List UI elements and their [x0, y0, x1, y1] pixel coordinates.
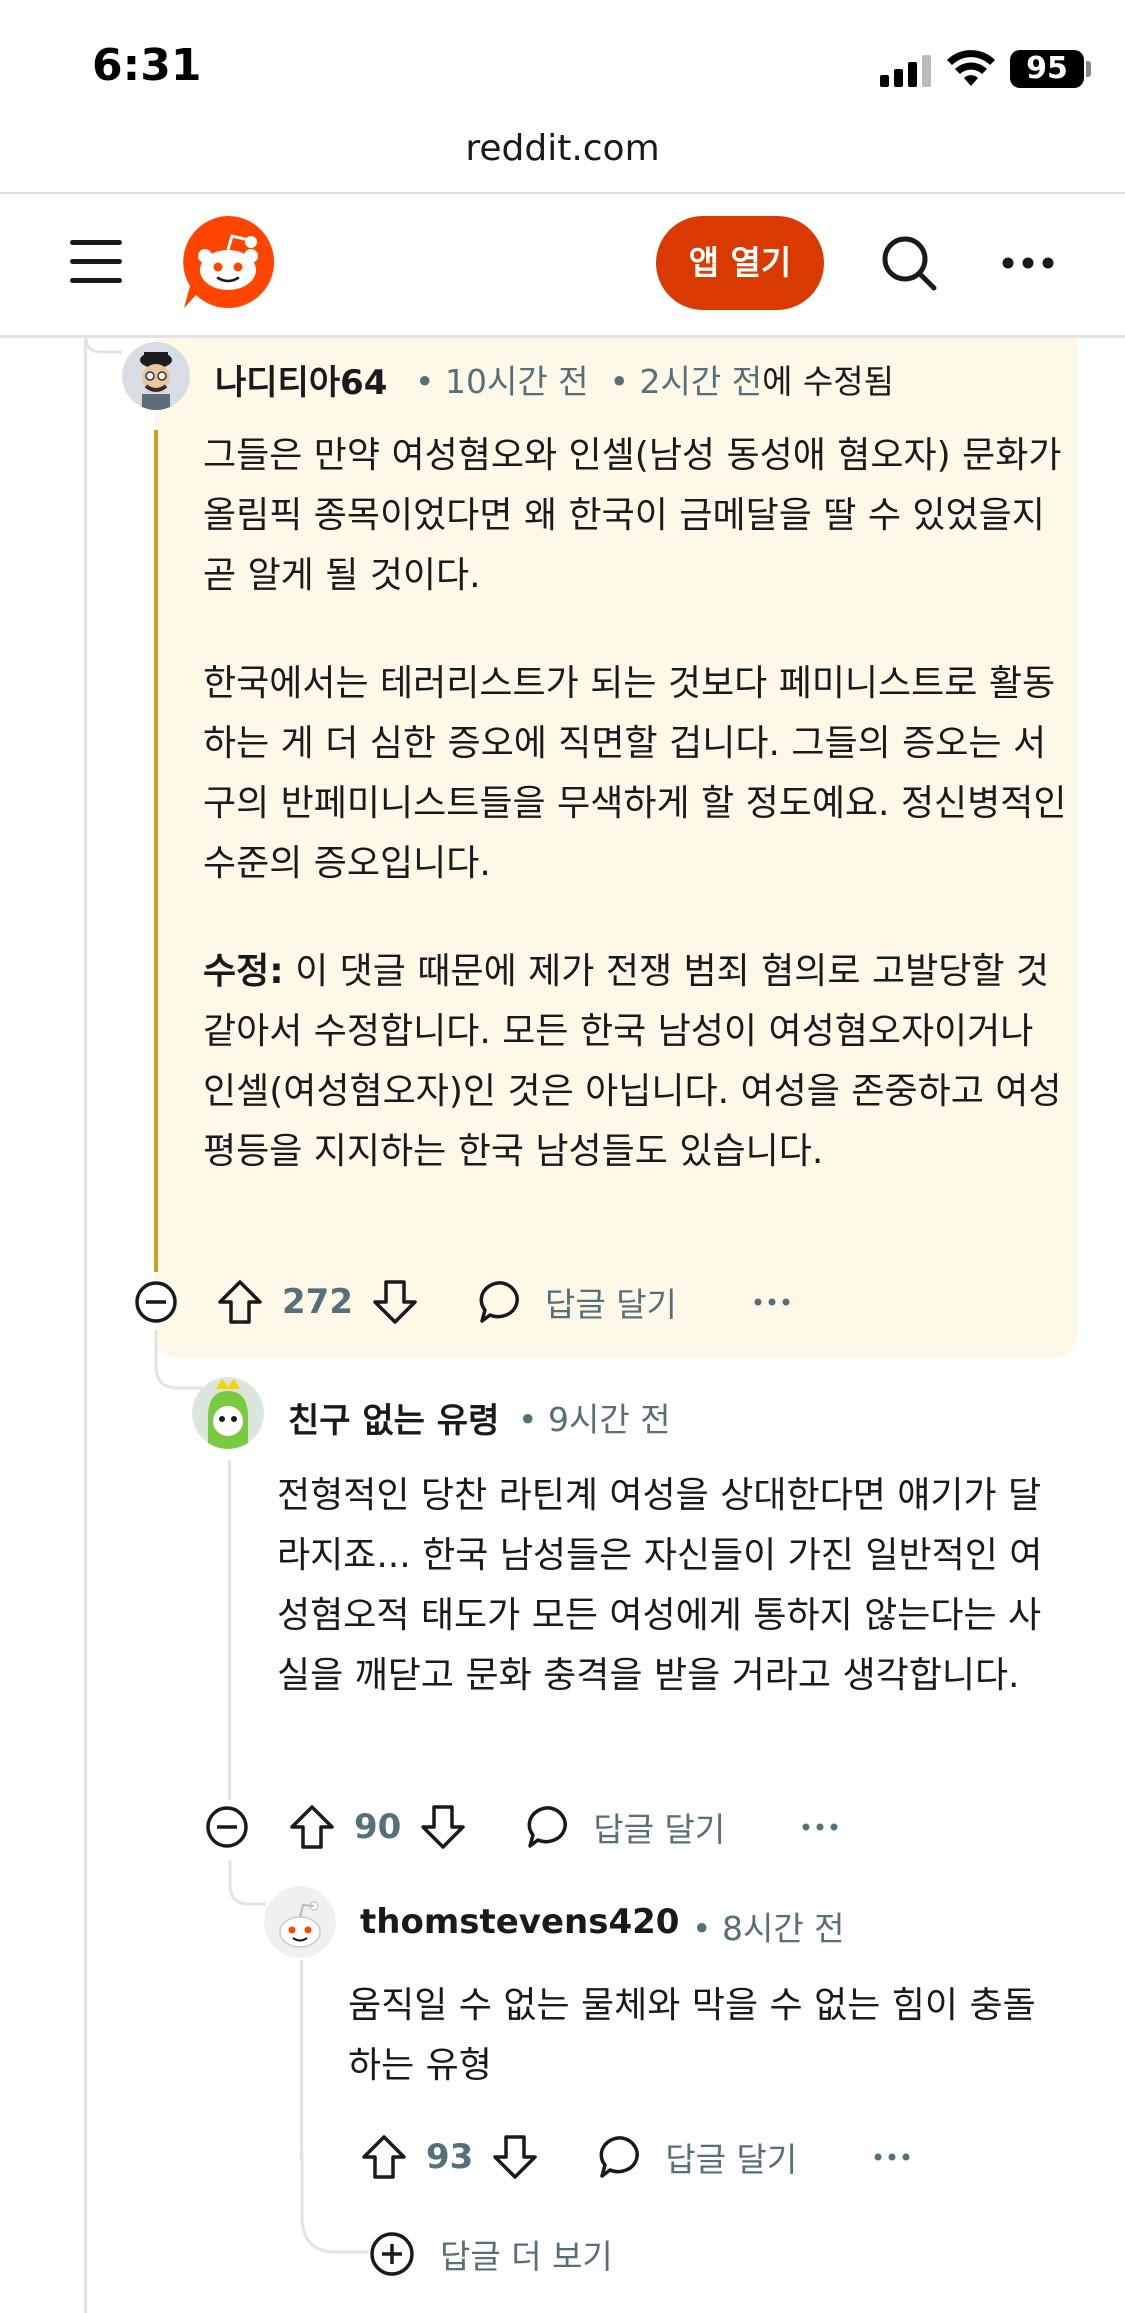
- upvote-icon[interactable]: [288, 1803, 336, 1851]
- comment-paragraph: 한국에서는 테러리스트가 되는 것보다 페미니스트로 활동하는 게 더 심한 증…: [203, 663, 1067, 884]
- comment-username[interactable]: thomstevens420: [360, 1902, 679, 1942]
- thread-connector: [228, 1860, 266, 1906]
- battery-indicator: 95: [1010, 50, 1084, 88]
- meta-separator: •: [518, 1400, 538, 1439]
- thread-connector: [84, 338, 122, 354]
- comment-edited-time: 2시간 전: [639, 362, 763, 401]
- downvote-icon[interactable]: [491, 2133, 539, 2181]
- comment-paragraph: 수정: 이 댓글 때문에 제가 전쟁 범죄 혐의로 고발당할 것 같아서 수정합…: [203, 942, 1068, 1182]
- collapse-icon[interactable]: [134, 1280, 178, 1324]
- upvote-icon[interactable]: [360, 2133, 408, 2181]
- divider: [0, 192, 1125, 194]
- comment-paragraph: 그들은 만약 여성혐오와 인셀(남성 동성애 혐오자) 문화가 올림픽 종목이었…: [203, 435, 1062, 596]
- status-time: 6:31: [92, 40, 202, 91]
- meta-separator: •: [692, 1909, 712, 1948]
- reply-icon: [527, 1806, 568, 1848]
- edit-text: 이 댓글 때문에 제가 전쟁 범죄 혐의로 고발당할 것 같아서 수정합니다. …: [203, 951, 1062, 1172]
- thread-connector: [154, 1330, 202, 1390]
- meta-separator: •: [415, 362, 435, 401]
- comment-actions: 90 답글 달기: [288, 1797, 840, 1857]
- cellular-signal-icon: [880, 55, 932, 87]
- wifi-icon: [947, 50, 995, 86]
- comment-username[interactable]: 친구 없는 유령: [288, 1393, 499, 1442]
- browser-url[interactable]: reddit.com: [0, 128, 1125, 169]
- more-replies-button[interactable]: 답글 더 보기: [368, 2226, 613, 2282]
- more-icon[interactable]: [872, 2147, 912, 2167]
- battery-tip: [1086, 61, 1091, 77]
- comment-body: 움직일 수 없는 물체와 막을 수 없는 힘이 충돌하는 유형: [348, 1985, 1036, 2086]
- thread-line: [228, 1460, 231, 1800]
- comment-actions: 272 답글 달기: [216, 1272, 792, 1332]
- open-app-button[interactable]: 앱 열기: [656, 216, 824, 310]
- search-icon[interactable]: [880, 234, 938, 292]
- reply-icon: [479, 1281, 519, 1323]
- reply-label: 답글 달기: [665, 2140, 798, 2179]
- reply-button[interactable]: 답글 달기: [525, 1802, 725, 1852]
- more-icon[interactable]: [1000, 250, 1056, 276]
- downvote-icon[interactable]: [371, 1278, 419, 1326]
- thread-line: [300, 1960, 303, 2160]
- comment-actions: 93 답글 달기: [360, 2127, 912, 2187]
- comment-username[interactable]: 나디티아64: [215, 355, 387, 404]
- comment-meta: • 8시간 전: [692, 1902, 845, 1950]
- more-replies-label: 답글 더 보기: [440, 2237, 613, 2276]
- thread-line: [84, 338, 87, 2313]
- comment-time: 9시간 전: [547, 1400, 671, 1439]
- more-icon[interactable]: [800, 1817, 840, 1837]
- reply-button[interactable]: 답글 달기: [477, 1277, 677, 1327]
- comment-body: 그들은 만약 여성혐오와 인셀(남성 동성애 혐오자) 문화가 올림픽 종목이었…: [203, 426, 1068, 1182]
- vote-count: 272: [282, 1282, 353, 1322]
- reddit-logo[interactable]: [178, 212, 278, 312]
- reply-icon: [599, 2136, 640, 2178]
- comment-body: 전형적인 당찬 라틴계 여성을 상대한다면 얘기가 달라지죠... 한국 남성들…: [277, 1475, 1043, 1696]
- meta-separator: •: [599, 362, 629, 401]
- comment-time: 8시간 전: [721, 1909, 845, 1948]
- comment-meta: • 9시간 전: [518, 1393, 671, 1441]
- thread-line: [154, 430, 158, 1272]
- reply-label: 답글 달기: [593, 1810, 726, 1849]
- more-icon[interactable]: [752, 1292, 792, 1312]
- reply-button[interactable]: 답글 달기: [597, 2132, 797, 2182]
- vote-count: 90: [354, 1807, 402, 1847]
- comment-time: 10시간 전: [444, 362, 589, 401]
- upvote-icon[interactable]: [216, 1278, 264, 1326]
- downvote-icon[interactable]: [419, 1803, 467, 1851]
- reply-label: 답글 달기: [544, 1285, 677, 1324]
- comment-meta: • 10시간 전 • 2시간 전에 수정됨: [415, 355, 894, 403]
- comment-edited-label: 에 수정됨: [762, 362, 895, 401]
- avatar[interactable]: [192, 1377, 264, 1449]
- expand-icon: [370, 2232, 414, 2276]
- hamburger-icon[interactable]: [70, 240, 122, 284]
- edit-label: 수정:: [203, 951, 284, 992]
- avatar[interactable]: [264, 1886, 336, 1958]
- avatar[interactable]: [122, 342, 190, 410]
- collapse-icon[interactable]: [205, 1805, 249, 1849]
- vote-count: 93: [426, 2137, 474, 2177]
